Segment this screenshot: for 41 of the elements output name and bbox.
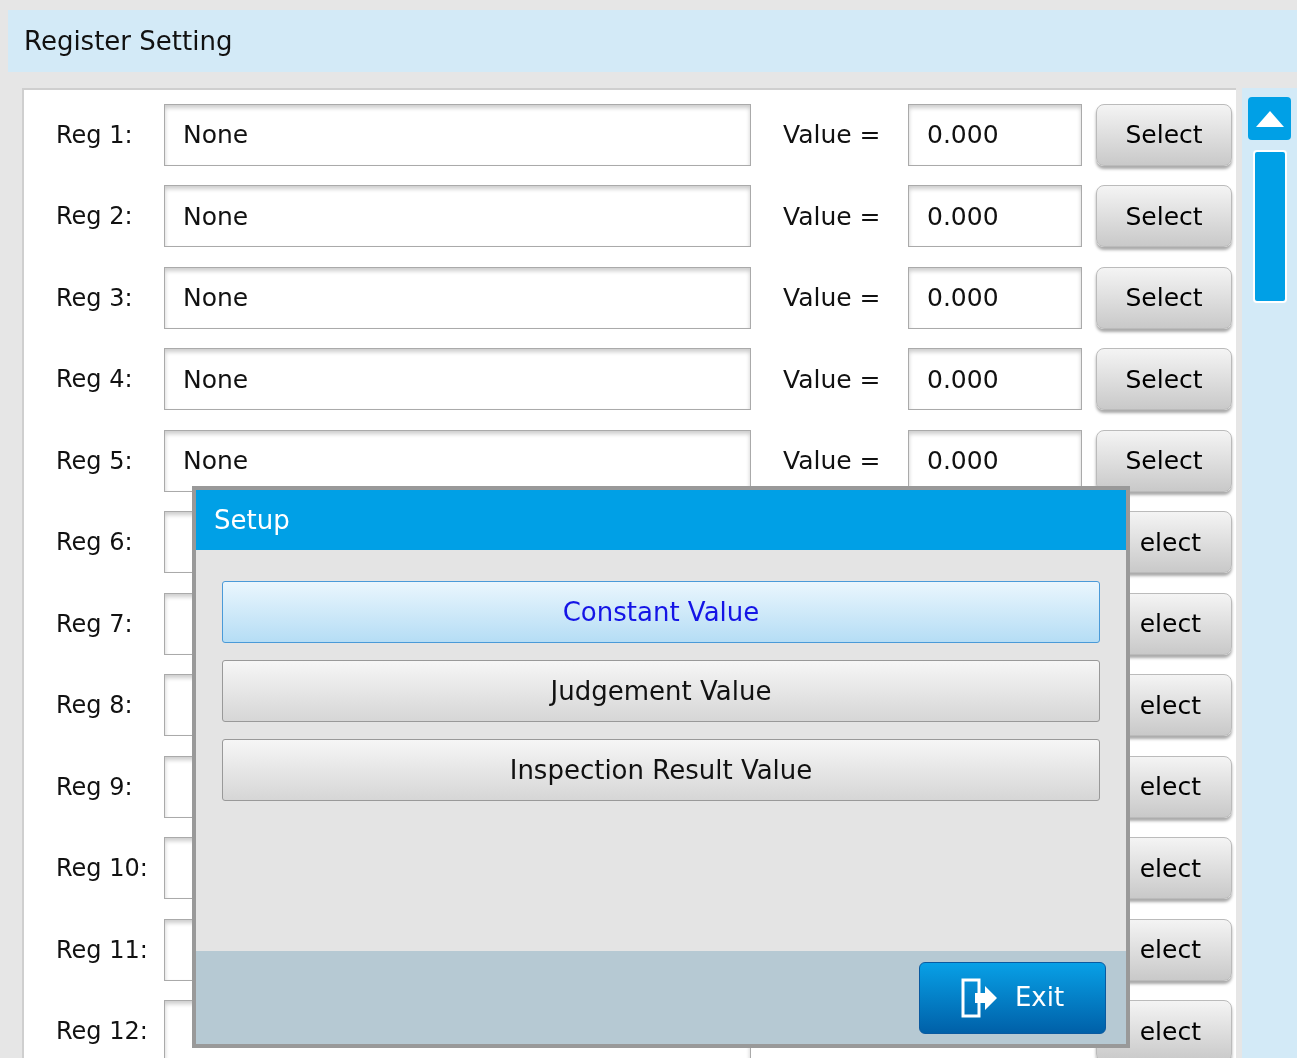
select-button[interactable]: Select	[1096, 266, 1232, 329]
register-label: Reg 1:	[56, 119, 134, 151]
register-label: Reg 8:	[56, 690, 134, 722]
register-source-field[interactable]: None	[164, 429, 751, 492]
value-label: Value =	[782, 282, 882, 314]
option-button[interactable]: Inspection Result Value	[222, 739, 1100, 801]
up-triangle-icon	[1255, 110, 1284, 127]
select-button[interactable]: Select	[1096, 429, 1232, 492]
exit-button[interactable]: Exit	[919, 961, 1106, 1034]
register-source-field[interactable]: None	[164, 348, 751, 411]
register-source-field[interactable]: None	[164, 266, 751, 329]
register-label: Reg 5:	[56, 445, 134, 477]
value-label: Value =	[782, 200, 882, 233]
register-source-field[interactable]: None	[164, 185, 751, 248]
register-label: Reg 6:	[56, 527, 134, 559]
value-field[interactable]: 0.000	[908, 348, 1082, 411]
option-button[interactable]: Judgement Value	[222, 660, 1100, 722]
register-source-field[interactable]: None	[164, 103, 751, 166]
register-label: Reg 12:	[56, 1016, 149, 1048]
option-button[interactable]: Constant Value	[222, 581, 1100, 643]
register-label: Reg 11:	[56, 934, 149, 966]
exit-door-icon	[960, 977, 999, 1018]
dialog-title: Setup	[214, 503, 290, 537]
value-field[interactable]: 0.000	[908, 103, 1082, 166]
value-label: Value =	[782, 119, 882, 151]
scroll-up-button[interactable]	[1248, 97, 1292, 140]
select-button[interactable]: Select	[1096, 103, 1232, 166]
register-label: Reg 9:	[56, 771, 134, 803]
register-label: Reg 7:	[56, 608, 134, 640]
select-button[interactable]: Select	[1096, 185, 1232, 248]
register-label: Reg 2:	[56, 201, 134, 233]
value-label: Value =	[782, 363, 882, 396]
page-title: Register Setting	[24, 24, 233, 58]
scrollbar-thumb[interactable]	[1252, 150, 1287, 303]
register-label: Reg 3:	[56, 282, 134, 314]
register-label: Reg 10:	[56, 853, 149, 885]
register-label: Reg 4:	[56, 364, 134, 396]
select-button[interactable]: Select	[1096, 348, 1232, 411]
value-field[interactable]: 0.000	[908, 185, 1082, 248]
value-label: Value =	[782, 445, 882, 477]
value-field[interactable]: 0.000	[908, 266, 1082, 329]
